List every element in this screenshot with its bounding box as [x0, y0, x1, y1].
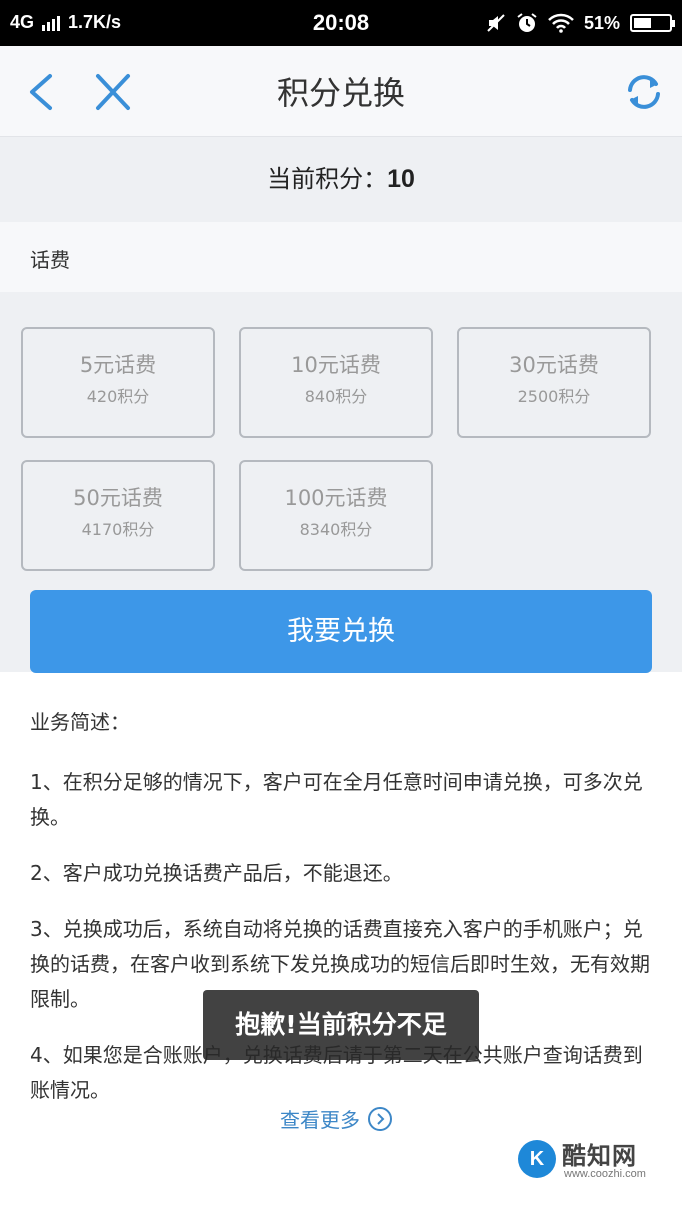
wifi-icon: [548, 13, 574, 33]
toast-message: 抱歉!当前积分不足: [203, 990, 479, 1060]
option-10-yuan[interactable]: 10元话费 840积分: [239, 327, 433, 438]
current-points: 当前积分：10: [0, 137, 682, 222]
option-title: 100元话费: [284, 486, 388, 510]
points-value: 10: [387, 165, 415, 193]
option-title: 10元话费: [291, 353, 381, 377]
battery-percent: 51%: [583, 12, 620, 33]
back-icon[interactable]: [22, 70, 62, 114]
watermark: K 酷知网 www.coozhi.com: [512, 1132, 662, 1188]
option-30-yuan[interactable]: 30元话费 2500积分: [457, 327, 651, 438]
option-5-yuan[interactable]: 5元话费 420积分: [21, 327, 215, 438]
points-label: 当前积分：: [267, 165, 388, 193]
option-points: 4170积分: [81, 520, 155, 539]
mute-icon: [487, 14, 505, 32]
status-bar: 4G 1.7K/s 20:08 51%: [0, 0, 682, 46]
close-icon[interactable]: [92, 72, 134, 112]
option-100-yuan[interactable]: 100元话费 8340积分: [239, 460, 433, 571]
nav-bar: 积分兑换: [0, 46, 682, 137]
option-points: 8340积分: [299, 520, 373, 539]
description-heading: 业务简述：: [30, 710, 130, 734]
option-title: 50元话费: [73, 486, 163, 510]
see-more-link[interactable]: 查看更多: [280, 1104, 392, 1133]
description: 业务简述： 1、在积分足够的情况下，客户可在全月任意时间申请兑换，可多次兑换。 …: [30, 690, 650, 1129]
option-50-yuan[interactable]: 50元话费 4170积分: [21, 460, 215, 571]
watermark-logo-icon: K: [518, 1140, 556, 1178]
watermark-name: 酷知网: [562, 1142, 637, 1170]
option-points: 840积分: [304, 387, 368, 406]
refresh-icon[interactable]: [622, 70, 666, 114]
option-points: 2500积分: [517, 387, 591, 406]
option-title: 5元话费: [79, 353, 157, 377]
alarm-icon: [517, 13, 537, 32]
watermark-url: www.coozhi.com: [564, 1168, 646, 1180]
category-label: 话费: [30, 248, 70, 272]
battery-fill: [634, 18, 652, 28]
description-item: 2、客户成功兑换话费产品后，不能退还。: [30, 861, 403, 885]
status-right: 51%: [486, 12, 675, 34]
option-points: 420积分: [86, 387, 150, 406]
category-header: 话费: [0, 222, 682, 292]
battery-icon: [630, 14, 675, 32]
option-title: 30元话费: [509, 353, 599, 377]
description-item: 1、在积分足够的情况下，客户可在全月任意时间申请兑换，可多次兑换。: [30, 770, 643, 829]
exchange-button[interactable]: 我要兑换: [30, 590, 652, 673]
chevron-right-icon: [368, 1106, 392, 1131]
see-more-label: 查看更多: [280, 1108, 360, 1132]
